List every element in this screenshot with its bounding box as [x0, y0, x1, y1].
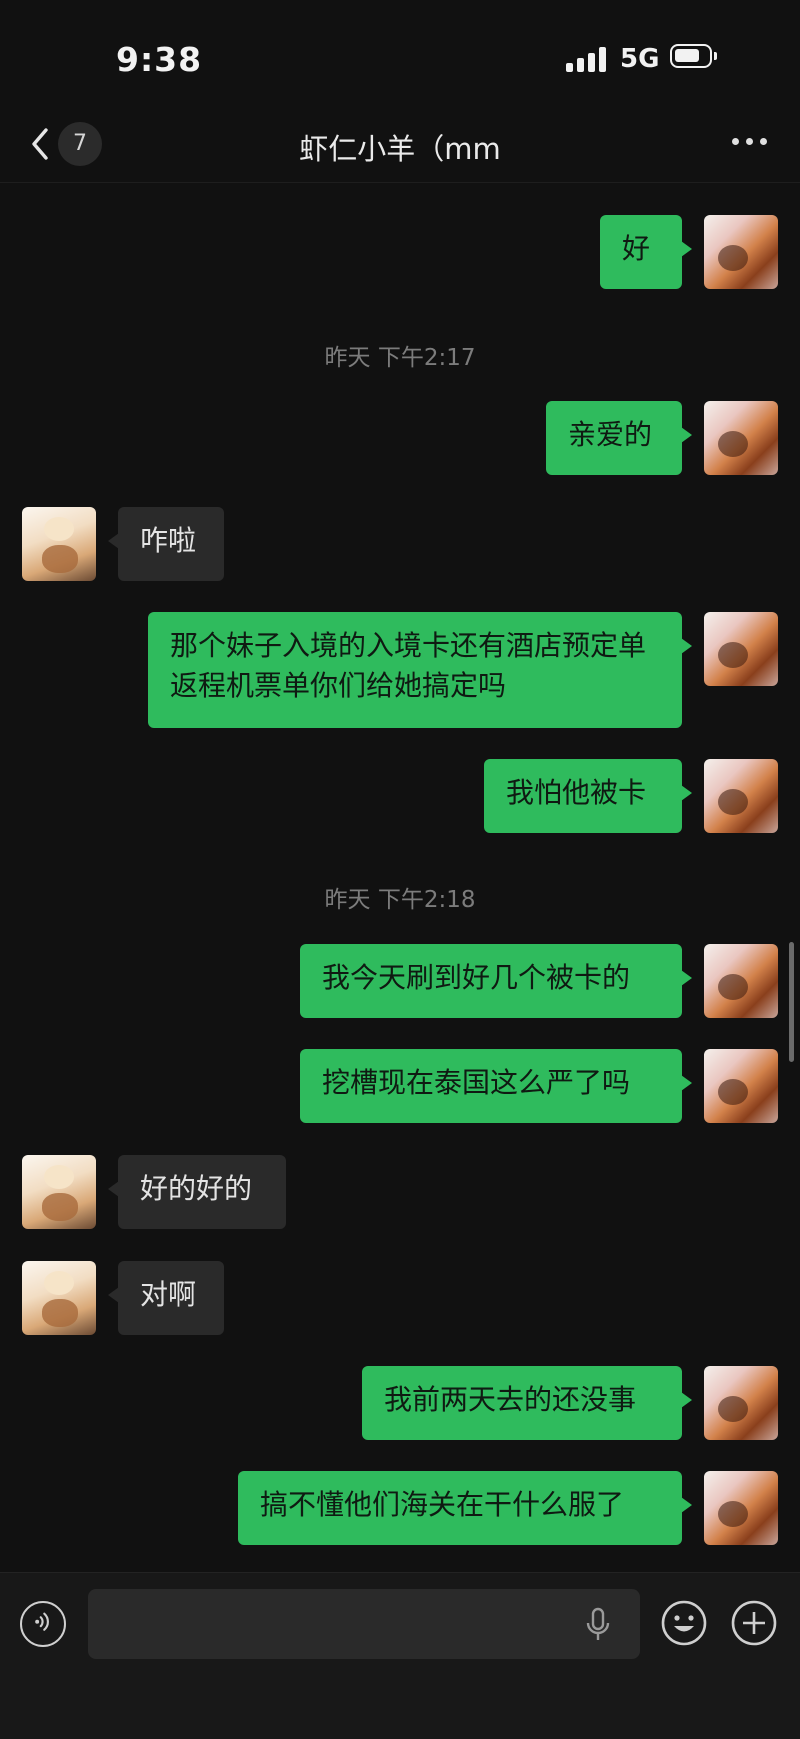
more-icon[interactable] — [730, 136, 770, 148]
message-bubble[interactable]: 那个妹子入境的入境卡还有酒店预定单返程机票单你们给她搞定吗 — [148, 612, 692, 728]
input-bar — [0, 1572, 800, 1739]
battery-icon — [670, 44, 717, 68]
plus-icon[interactable] — [730, 1599, 778, 1647]
message-bubble[interactable]: 搞不懂他们海关在干什么服了 — [238, 1471, 692, 1545]
contact-avatar[interactable] — [22, 507, 96, 581]
message-bubble[interactable]: 挖槽现在泰国这么严了吗 — [300, 1049, 692, 1123]
message-bubble[interactable]: 对啊 — [108, 1261, 224, 1335]
contact-avatar[interactable] — [22, 1261, 96, 1335]
message-bubble[interactable]: 好 — [600, 215, 692, 289]
status-time: 9:38 — [116, 40, 203, 79]
emoji-icon[interactable] — [660, 1599, 708, 1647]
message-bubble[interactable]: 我今天刷到好几个被卡的 — [300, 944, 692, 1018]
my-avatar[interactable] — [704, 215, 778, 289]
message-bubble[interactable]: 亲爱的 — [546, 401, 692, 475]
message-bubble[interactable]: 我前两天去的还没事 — [362, 1366, 692, 1440]
my-avatar[interactable] — [704, 1366, 778, 1440]
network-type: 5G — [620, 44, 660, 74]
my-avatar[interactable] — [704, 612, 778, 686]
chat-title: 虾仁小羊（mm — [299, 132, 501, 166]
my-avatar[interactable] — [704, 759, 778, 833]
my-avatar[interactable] — [704, 1049, 778, 1123]
my-avatar[interactable] — [704, 944, 778, 1018]
status-bar: 9:38 5G — [0, 0, 800, 110]
message-bubble[interactable]: 咋啦 — [108, 507, 224, 581]
my-avatar[interactable] — [704, 401, 778, 475]
message-bubble[interactable]: 我怕他被卡 — [484, 759, 692, 833]
mic-icon[interactable] — [584, 1607, 612, 1643]
chat-header: 7 虾仁小羊（mm — [0, 110, 800, 183]
message-bubble[interactable]: 好的好的 — [108, 1155, 286, 1229]
message-timestamp: 昨天 下午2:17 — [324, 345, 476, 371]
contact-avatar[interactable] — [22, 1155, 96, 1229]
voice-icon[interactable] — [20, 1601, 66, 1647]
scrollbar[interactable] — [789, 942, 794, 1062]
my-avatar[interactable] — [704, 1471, 778, 1545]
message-input[interactable] — [88, 1589, 640, 1659]
signal-icon — [566, 46, 610, 72]
message-timestamp: 昨天 下午2:18 — [324, 887, 476, 913]
